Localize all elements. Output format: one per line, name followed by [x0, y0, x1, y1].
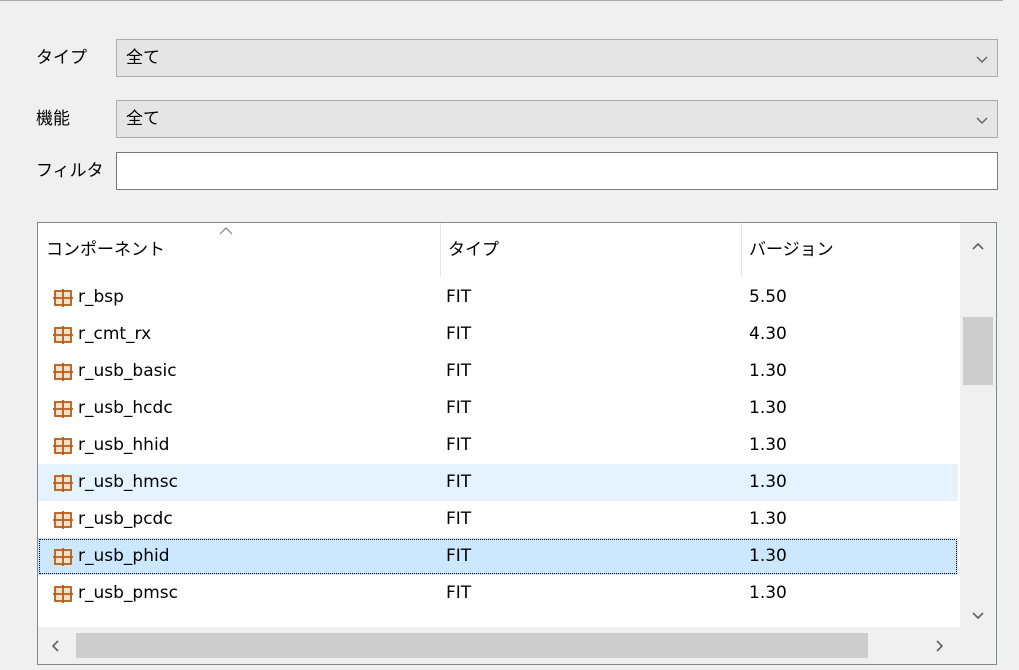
component-name-cell: r_usb_hmsc: [78, 472, 178, 492]
component-grid-icon: [53, 289, 73, 307]
table-row[interactable]: r_cmt_rx FIT 4.30: [38, 316, 958, 353]
function-dropdown[interactable]: 全て: [116, 100, 998, 138]
scroll-left-arrow-icon[interactable]: [50, 639, 60, 653]
component-name-cell: r_usb_pmsc: [78, 583, 178, 603]
component-name-cell: r_usb_basic: [78, 361, 177, 381]
component-type-cell: FIT: [446, 583, 472, 603]
table-row[interactable]: r_usb_phid FIT 1.30: [38, 538, 958, 575]
scrollbar-corner: [960, 627, 996, 664]
type-dropdown-value: 全て: [126, 48, 160, 68]
component-version-cell: 1.30: [749, 583, 787, 603]
chevron-down-icon: [976, 56, 988, 63]
chevron-down-icon: [976, 117, 988, 124]
scroll-right-arrow-icon[interactable]: [935, 639, 945, 653]
table-row[interactable]: r_usb_pmsc FIT 1.30: [38, 575, 958, 612]
sort-ascending-icon: [219, 227, 233, 235]
component-version-cell: 1.30: [749, 472, 787, 492]
component-version-cell: 1.30: [749, 509, 787, 529]
table-header: コンポーネント タイプ バージョン: [38, 223, 958, 277]
component-grid-icon: [53, 511, 73, 529]
component-type-cell: FIT: [446, 398, 472, 418]
component-name-cell: r_usb_phid: [78, 546, 170, 566]
column-header-version[interactable]: バージョン: [741, 223, 958, 277]
component-version-cell: 5.50: [749, 287, 787, 307]
table-row[interactable]: r_usb_hmsc FIT 1.30: [38, 464, 958, 501]
component-grid-icon: [53, 400, 73, 418]
component-type-cell: FIT: [446, 287, 472, 307]
component-type-cell: FIT: [446, 546, 472, 566]
horizontal-scroll-thumb[interactable]: [76, 633, 868, 658]
table-body: r_bsp FIT 5.50 r_cmt_rx FIT 4.30 r_usb_basic FI…: [38, 279, 958, 612]
component-name-cell: r_usb_hcdc: [78, 398, 173, 418]
column-header-type[interactable]: タイプ: [440, 223, 741, 277]
component-type-cell: FIT: [446, 324, 472, 344]
component-grid-icon: [53, 363, 73, 381]
table-row[interactable]: r_usb_hcdc FIT 1.30: [38, 390, 958, 427]
component-name-cell: r_cmt_rx: [78, 324, 152, 344]
component-grid-icon: [53, 548, 73, 566]
component-table: コンポーネント タイプ バージョン r_bsp FIT 5.50 r_cmt_rx FI…: [37, 222, 997, 665]
component-version-cell: 4.30: [749, 324, 787, 344]
scroll-down-arrow-icon[interactable]: [971, 611, 985, 621]
component-grid-icon: [53, 437, 73, 455]
component-grid-icon: [53, 474, 73, 492]
scroll-up-arrow-icon[interactable]: [971, 241, 985, 251]
table-row[interactable]: r_bsp FIT 5.50: [38, 279, 958, 316]
table-row[interactable]: r_usb_hhid FIT 1.30: [38, 427, 958, 464]
top-divider: [0, 0, 1003, 1]
type-dropdown[interactable]: 全て: [116, 39, 998, 77]
component-type-cell: FIT: [446, 435, 472, 455]
component-name-cell: r_bsp: [78, 287, 124, 307]
component-grid-icon: [53, 326, 73, 344]
component-type-cell: FIT: [446, 509, 472, 529]
component-grid-icon: [53, 585, 73, 603]
component-version-cell: 1.30: [749, 398, 787, 418]
vertical-scroll-thumb[interactable]: [963, 317, 993, 385]
table-row[interactable]: r_usb_basic FIT 1.30: [38, 353, 958, 390]
component-type-cell: FIT: [446, 361, 472, 381]
column-header-component[interactable]: コンポーネント: [38, 223, 440, 277]
horizontal-scrollbar[interactable]: [38, 627, 960, 664]
component-name-cell: r_usb_hhid: [78, 435, 170, 455]
component-version-cell: 1.30: [749, 435, 787, 455]
component-type-cell: FIT: [446, 472, 472, 492]
function-dropdown-value: 全て: [126, 109, 160, 129]
vertical-scrollbar[interactable]: [960, 223, 996, 627]
component-version-cell: 1.30: [749, 361, 787, 381]
component-name-cell: r_usb_pcdc: [78, 509, 173, 529]
table-row[interactable]: r_usb_pcdc FIT 1.30: [38, 501, 958, 538]
function-label: 機能: [36, 109, 70, 129]
filter-label: フィルタ: [36, 161, 104, 181]
component-version-cell: 1.30: [749, 546, 787, 566]
filter-input[interactable]: [116, 152, 998, 190]
type-label: タイプ: [36, 48, 87, 68]
